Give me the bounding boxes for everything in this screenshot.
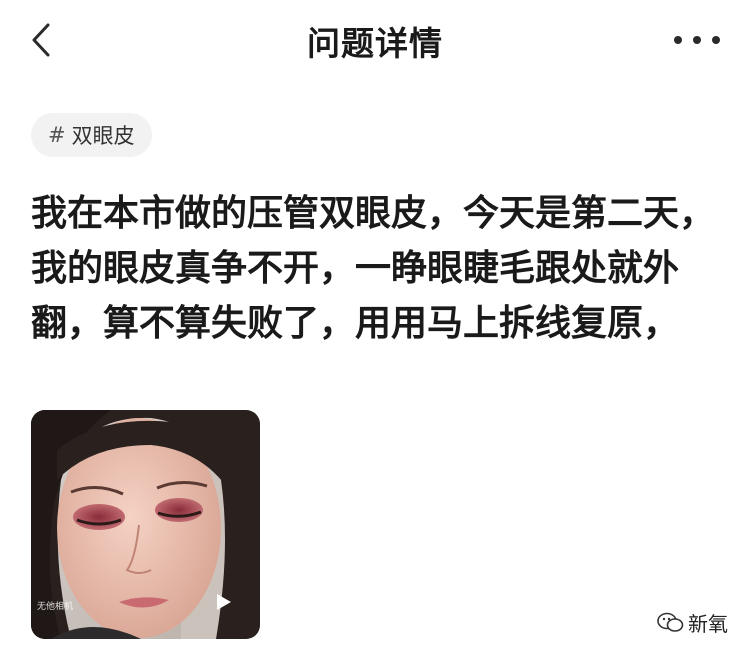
play-icon	[217, 594, 231, 610]
hash-icon: #	[48, 123, 66, 147]
source-name: 新氧	[688, 612, 728, 636]
topic-tag[interactable]: # 双眼皮	[31, 113, 152, 157]
top-nav-bar: 问题详情	[0, 0, 750, 80]
page-title: 问题详情	[307, 24, 443, 63]
question-text: 我在本市做的压管双眼皮，今天是第二天，我的眼皮真争不开，一睁眼睫毛跟处就外翻，算…	[31, 193, 716, 344]
source-watermark: 新氧	[656, 608, 728, 637]
more-horizontal-icon	[674, 36, 682, 44]
wechat-icon	[657, 612, 684, 632]
video-thumbnail[interactable]: 无他相机	[31, 410, 260, 639]
more-options-button[interactable]	[674, 30, 724, 50]
camera-app-watermark: 无他相机	[37, 602, 74, 612]
topic-tag-label: 双眼皮	[71, 124, 135, 148]
